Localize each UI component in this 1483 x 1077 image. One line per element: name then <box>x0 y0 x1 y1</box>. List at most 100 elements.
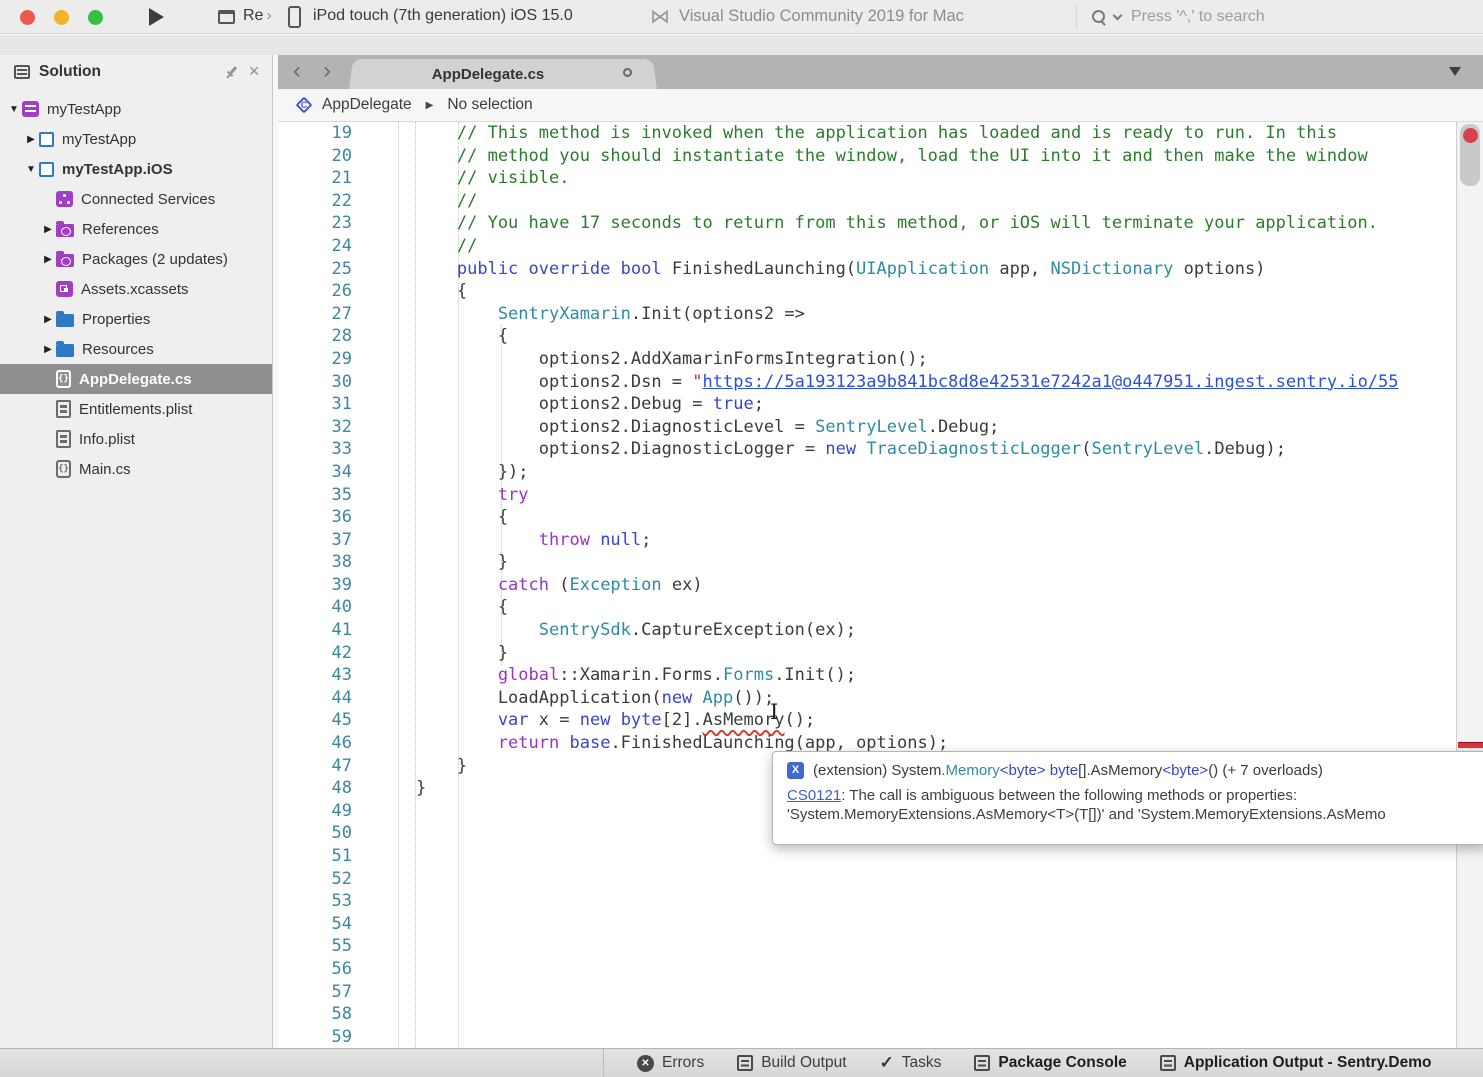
code-line: global::Xamarin.Forms.Forms.Init(); <box>375 664 1456 687</box>
sidebar-item-mytestapp[interactable]: ▶ myTestApp <box>0 124 272 154</box>
navigate-forward-button[interactable]: › <box>314 57 340 85</box>
tab-bar: ‹ › AppDelegate.cs <box>278 55 1483 89</box>
error-code-link[interactable]: CS0121 <box>787 787 841 804</box>
dock-item-errors[interactable]: Errors <box>637 1054 704 1072</box>
sidebar-item-label: Properties <box>82 311 150 328</box>
code-token: (); <box>784 710 815 730</box>
code-editor[interactable]: 1920212223242526272829303132333435363738… <box>278 122 1483 1048</box>
disclosure-right-icon[interactable]: ▶ <box>40 344 56 355</box>
code-token: byte <box>1050 762 1078 779</box>
tooltip-error-line1: CS0121: The call is ambiguous between th… <box>787 786 1473 805</box>
connected-icon <box>56 191 73 207</box>
sidebar-item-label: myTestApp <box>62 131 136 148</box>
sidebar-item-label: Resources <box>82 341 154 358</box>
code-token: base <box>569 733 610 753</box>
search-input[interactable]: Press '^,' to search <box>1090 0 1483 34</box>
zoom-window-button[interactable] <box>88 10 103 25</box>
disclosure-right-icon[interactable]: ▶ <box>23 134 39 145</box>
sidebar-item-references[interactable]: ▶References <box>0 214 272 244</box>
line-number: 51 <box>278 845 352 868</box>
code-token: App <box>703 688 734 708</box>
disclosure-down-icon[interactable]: ▼ <box>6 104 22 115</box>
dsn-url-link[interactable]: https://5a193123a9b841bc8d8e42531e7242a1… <box>703 372 1399 392</box>
breadcrumb-class[interactable]: AppDelegate <box>322 96 412 114</box>
disclosure-right-icon[interactable]: ▶ <box>40 314 56 325</box>
breadcrumb-selection[interactable]: No selection <box>447 96 532 114</box>
cs-file-icon <box>56 460 71 478</box>
check-icon <box>880 1053 894 1073</box>
console-icon <box>1160 1055 1176 1071</box>
line-number: 58 <box>278 1003 352 1026</box>
code-token: byte <box>621 710 662 730</box>
code-token: { <box>375 507 508 527</box>
code-token: ( <box>1081 439 1091 459</box>
code-token: true <box>713 394 754 414</box>
sidebar-item-resources[interactable]: ▶ Resources <box>0 334 272 364</box>
tab-list-dropdown-icon[interactable] <box>1449 67 1461 76</box>
line-number: 41 <box>278 619 352 642</box>
line-number: 33 <box>278 438 352 461</box>
disclosure-right-icon[interactable]: ▶ <box>40 224 56 235</box>
bottom-dock-bar: Errors Build Output Tasks Package Console Ap… <box>0 1048 1483 1077</box>
disclosure-right-icon[interactable]: ▶ <box>40 254 56 265</box>
navigate-back-button[interactable]: ‹ <box>284 57 310 85</box>
dock-item-tasks[interactable]: Tasks <box>880 1053 942 1073</box>
scrollbar-error-marker[interactable] <box>1458 742 1483 748</box>
code-token: ; <box>641 530 651 550</box>
dock-item-label: Build Output <box>761 1054 846 1072</box>
sidebar-item-main-cs[interactable]: Main.cs <box>0 454 272 484</box>
run-button[interactable] <box>149 8 164 26</box>
dock-item-label: Application Output - Sentry.Demo <box>1184 1054 1432 1072</box>
close-window-button[interactable] <box>20 10 35 25</box>
toolbar-strip <box>0 35 1483 55</box>
tab-close-dot-icon[interactable] <box>623 68 632 77</box>
dock-item-build-output[interactable]: Build Output <box>737 1054 846 1072</box>
code-token: SentryLevel <box>815 417 928 437</box>
vertical-scrollbar[interactable] <box>1456 122 1483 1048</box>
code-token: return <box>375 733 559 753</box>
build-configuration-selector[interactable]: Re› <box>243 7 271 25</box>
code-token: SentrySdk <box>375 620 631 640</box>
line-number: 54 <box>278 913 352 936</box>
code-token: catch <box>375 575 549 595</box>
extension-method-icon: X <box>787 762 804 779</box>
code-token: } <box>375 778 426 798</box>
code-token <box>590 530 600 550</box>
line-number: 55 <box>278 935 352 958</box>
sidebar-item-mytestapp[interactable]: ▼myTestApp <box>0 94 272 124</box>
sidebar-item-mytestapp-ios[interactable]: ▼myTestApp.iOS <box>0 154 272 184</box>
code-token: global <box>375 665 559 685</box>
code-token: // You have 17 seconds to return from th… <box>375 213 1378 233</box>
code-line: // visible. <box>375 167 1456 190</box>
sidebar-item-properties[interactable]: ▶ Properties <box>0 304 272 334</box>
code-line: LoadApplication(new App()); <box>375 687 1456 710</box>
sidebar-item-assets-xcassets[interactable]: Assets.xcassets <box>0 274 272 304</box>
sidebar-item-packages-2-updates[interactable]: ▶Packages (2 updates) <box>0 244 272 274</box>
sidebar-item-info-plist[interactable]: Info.plist <box>0 424 272 454</box>
code-line: // method you should instantiate the win… <box>375 145 1456 168</box>
line-number: 28 <box>278 325 352 348</box>
disclosure-down-icon[interactable]: ▼ <box>23 164 39 175</box>
code-token: ()); <box>733 688 774 708</box>
minimize-window-button[interactable] <box>54 10 69 25</box>
line-number: 37 <box>278 529 352 552</box>
code-token: Memory <box>946 762 1000 779</box>
solution-tree: ▼myTestApp ▶ myTestApp ▼myTestApp.iOSConnec… <box>0 88 272 484</box>
scrollbar-error-dot[interactable] <box>1463 128 1478 143</box>
dock-item-package-console[interactable]: Package Console <box>974 1054 1126 1072</box>
code-line <box>375 868 1456 891</box>
sidebar-item-appdelegate-cs[interactable]: AppDelegate.cs <box>0 364 272 394</box>
tab-appdelegate[interactable]: AppDelegate.cs <box>358 59 648 89</box>
sidebar-item-connected-services[interactable]: Connected Services <box>0 184 272 214</box>
close-icon[interactable]: ✕ <box>248 63 260 80</box>
code-token: }); <box>375 462 529 482</box>
code-line: options2.Debug = true; <box>375 393 1456 416</box>
line-number: 53 <box>278 890 352 913</box>
device-selector[interactable]: iPod touch (7th generation) iOS 15.0 <box>313 7 573 25</box>
code-token: .Init(options2 => <box>631 304 805 324</box>
code-token: } <box>375 756 467 776</box>
dock-item-application-output-sentry-demo[interactable]: Application Output - Sentry.Demo <box>1160 1054 1432 1072</box>
sidebar-item-entitlements-plist[interactable]: Entitlements.plist <box>0 394 272 424</box>
code-token: <byte> <box>1000 762 1046 779</box>
pin-icon[interactable] <box>221 62 241 82</box>
